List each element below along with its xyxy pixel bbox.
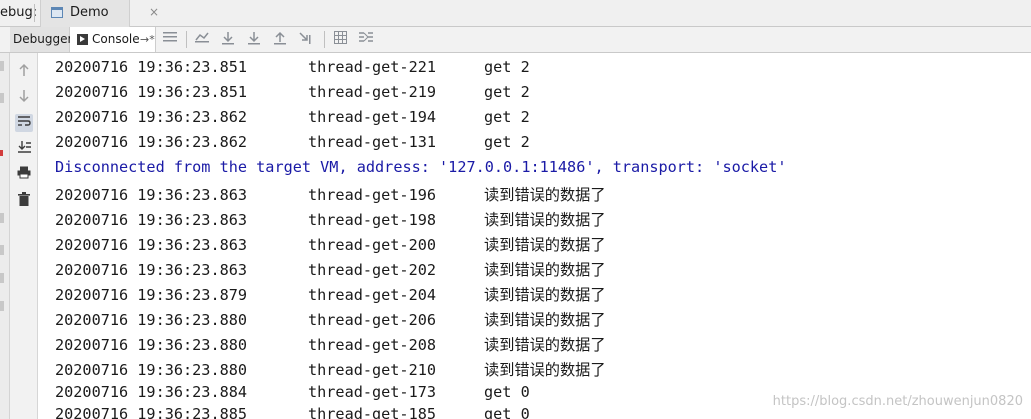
console-side-toolbar: [10, 53, 38, 419]
log-line: 20200716 19:36:23.851 thread-get-219 get 2: [55, 83, 530, 101]
debug-toolbar: Debugger Console →*: [0, 27, 1031, 53]
log-line: 20200716 19:36:23.884 thread-get-173 get 0: [55, 383, 530, 401]
run-to-cursor-icon[interactable]: [297, 31, 315, 49]
separator: [34, 4, 35, 22]
left-gutter: [0, 53, 10, 419]
soft-wrap-icon[interactable]: [15, 114, 33, 132]
tab-debugger[interactable]: Debugger: [10, 27, 72, 52]
show-execution-point-icon[interactable]: [193, 31, 211, 49]
log-line: 20200716 19:36:23.863 thread-get-202 读到错误的…: [55, 261, 606, 279]
tab-console-label: Console: [92, 32, 140, 46]
step-over-icon[interactable]: [219, 31, 237, 49]
log-line: 20200716 19:36:23.880 thread-get-206 读到错误的…: [55, 311, 606, 329]
window-icon: [51, 7, 63, 18]
print-icon[interactable]: [15, 166, 33, 184]
log-line: 20200716 19:36:23.851 thread-get-221 get 2: [55, 58, 530, 76]
tab-demo[interactable]: Demo ×: [40, 0, 159, 27]
debug-label: ebug:: [0, 5, 38, 20]
watermark: https://blog.csdn.net/zhouwenjun0820: [772, 394, 1023, 409]
restore-layout-icon[interactable]: →*: [140, 27, 155, 52]
console-output[interactable]: 20200716 19:36:23.851 thread-get-221 get 2…: [39, 53, 1031, 419]
log-line: 20200716 19:36:23.879 thread-get-204 读到错误的…: [55, 286, 606, 304]
console-icon: [77, 34, 88, 45]
step-out-icon[interactable]: [271, 31, 289, 49]
step-into-icon[interactable]: [245, 31, 263, 49]
tab-console[interactable]: Console →*: [70, 27, 156, 52]
arrow-up-icon[interactable]: [15, 63, 33, 81]
evaluate-expression-icon[interactable]: [331, 31, 349, 49]
log-line: 20200716 19:36:23.880 thread-get-208 读到错误的…: [55, 336, 606, 354]
log-line: 20200716 19:36:23.862 thread-get-194 get 2: [55, 108, 530, 126]
log-line: 20200716 19:36:23.885 thread-get-185 get 0: [55, 405, 530, 419]
scroll-to-end-icon[interactable]: [15, 140, 33, 158]
trace-stream-icon[interactable]: [357, 31, 375, 49]
log-line: 20200716 19:36:23.863 thread-get-196 读到错误的…: [55, 186, 606, 204]
arrow-down-icon[interactable]: [15, 89, 33, 107]
trash-icon[interactable]: [15, 192, 33, 210]
title-bar: ebug: Demo ×: [0, 0, 1031, 27]
separator: [186, 31, 187, 48]
error-marker: [0, 150, 3, 156]
log-line: 20200716 19:36:23.863 thread-get-198 读到错误的…: [55, 211, 606, 229]
log-line: 20200716 19:36:23.880 thread-get-210 读到错误的…: [55, 361, 606, 379]
menu-icon[interactable]: [161, 31, 179, 49]
system-message-line: Disconnected from the target VM, address…: [55, 158, 787, 176]
separator: [324, 31, 325, 48]
log-line: 20200716 19:36:23.862 thread-get-131 get 2: [55, 133, 530, 151]
tab-close-icon[interactable]: ×: [149, 5, 159, 19]
log-line: 20200716 19:36:23.863 thread-get-200 读到错误的…: [55, 236, 606, 254]
tab-demo-label: Demo: [70, 5, 109, 20]
